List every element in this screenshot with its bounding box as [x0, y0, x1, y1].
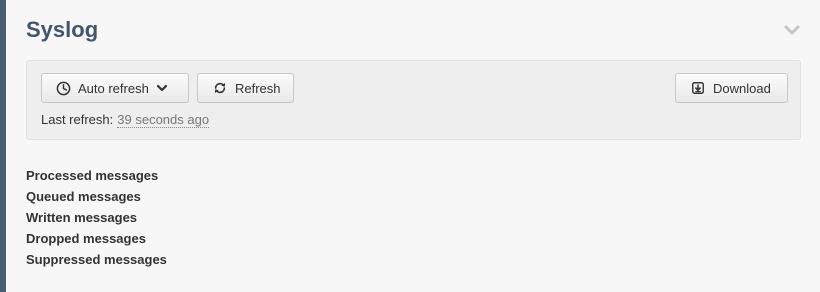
last-refresh-time: 39 seconds ago	[117, 112, 210, 128]
clock-icon	[55, 80, 71, 96]
download-button[interactable]: Download	[675, 73, 788, 103]
log-toolbar: Auto refresh Refresh Download Last refre…	[26, 60, 801, 140]
panel-title: Syslog	[26, 17, 99, 42]
stat-processed-messages: Processed messages	[26, 168, 159, 183]
refresh-icon	[212, 80, 228, 96]
last-refresh-label: Last refresh:	[41, 112, 114, 127]
stat-queued-messages: Queued messages	[26, 189, 141, 204]
stat-suppressed-messages: Suppressed messages	[26, 252, 167, 267]
last-refresh: Last refresh: 39 seconds ago	[41, 112, 210, 128]
syslog-stats-list: Processed messages Queued messages Writt…	[26, 165, 167, 270]
page: Syslog Auto refresh Refresh Download Las…	[0, 0, 820, 292]
stat-written-messages: Written messages	[26, 210, 138, 225]
chevron-down-icon	[784, 25, 800, 35]
refresh-button[interactable]: Refresh	[197, 73, 294, 103]
download-icon	[690, 80, 706, 96]
collapse-toggle[interactable]	[782, 20, 802, 40]
download-label: Download	[713, 80, 771, 96]
refresh-label: Refresh	[235, 80, 281, 96]
auto-refresh-dropdown[interactable]: Auto refresh	[41, 73, 189, 103]
panel-header: Syslog	[26, 14, 802, 48]
left-accent-bar	[0, 0, 6, 292]
chevron-down-icon	[156, 81, 168, 96]
stat-dropped-messages: Dropped messages	[26, 231, 146, 246]
auto-refresh-label: Auto refresh	[78, 80, 149, 96]
